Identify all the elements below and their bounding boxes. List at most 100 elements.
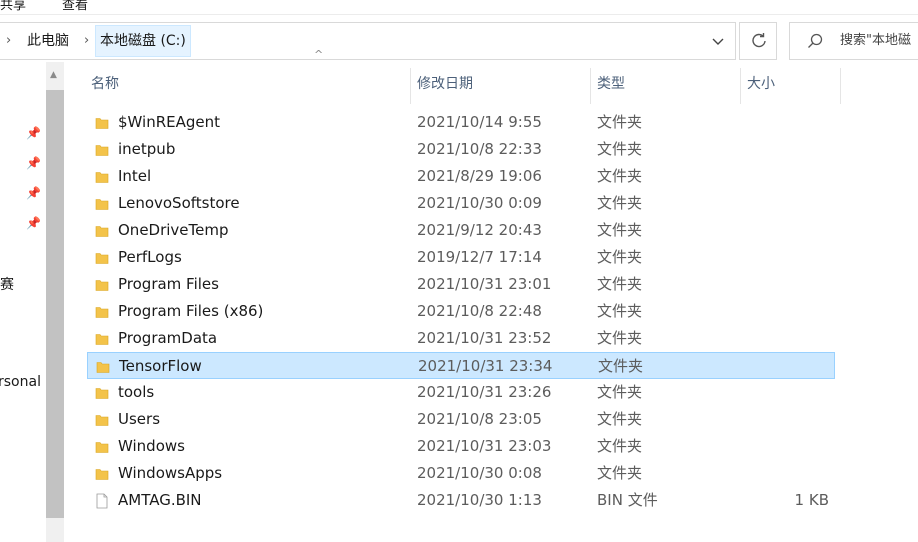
folder-icon (95, 223, 109, 237)
nav-scrollbar[interactable]: ▲ (46, 62, 64, 542)
file-type: 文件夹 (597, 113, 643, 131)
refresh-button[interactable] (739, 22, 777, 60)
pin-icon[interactable]: 📌 (26, 126, 41, 140)
breadcrumb-chevron-icon[interactable]: › (6, 23, 11, 59)
table-row[interactable]: WindowsApps 2021/10/30 0:08 文件夹 (87, 460, 835, 487)
table-row[interactable]: Program Files (x86) 2021/10/8 22:48 文件夹 (87, 298, 835, 325)
file-type: 文件夹 (597, 248, 643, 266)
file-name: $WinREAgent (118, 113, 221, 131)
file-name: AMTAG.BIN (118, 491, 202, 509)
table-row[interactable]: $WinREAgent 2021/10/14 9:55 文件夹 (87, 109, 835, 136)
file-date: 2021/10/8 22:48 (417, 302, 542, 320)
file-name: LenovoSoftstore (118, 194, 240, 212)
file-date: 2021/9/12 20:43 (417, 221, 542, 239)
file-type: 文件夹 (597, 383, 643, 401)
file-icon (95, 493, 109, 509)
file-name: Users (118, 410, 161, 428)
file-name: PerfLogs (118, 248, 182, 266)
file-name: Windows (118, 437, 185, 455)
file-date: 2021/10/31 23:26 (417, 383, 552, 401)
table-row[interactable]: AMTAG.BIN 2021/10/30 1:13 BIN 文件 1 KB (87, 487, 835, 514)
file-name: Intel (118, 167, 152, 185)
file-name: TensorFlow (119, 357, 202, 375)
folder-icon (95, 466, 109, 480)
ribbon-tab-share[interactable]: 共享 (0, 0, 26, 13)
table-row[interactable]: LenovoSoftstore 2021/10/30 0:09 文件夹 (87, 190, 835, 217)
file-date: 2021/10/31 23:01 (417, 275, 552, 293)
folder-icon (95, 250, 109, 264)
column-divider[interactable] (840, 68, 841, 104)
table-row[interactable]: PerfLogs 2019/12/7 17:14 文件夹 (87, 244, 835, 271)
file-date: 2021/10/31 23:03 (417, 437, 552, 455)
file-date: 2019/12/7 17:14 (417, 248, 542, 266)
pin-icon[interactable]: 📌 (26, 216, 41, 230)
address-dropdown-chevron-down-icon[interactable] (706, 31, 730, 53)
file-type: BIN 文件 (597, 491, 658, 509)
table-row[interactable]: Users 2021/10/8 23:05 文件夹 (87, 406, 835, 433)
table-row[interactable]: inetpub 2021/10/8 22:33 文件夹 (87, 136, 835, 163)
breadcrumb-local-disk[interactable]: 本地磁盘 (C:) (100, 23, 186, 59)
file-name: ProgramData (118, 329, 218, 347)
scrollbar-thumb[interactable] (46, 90, 64, 518)
file-date: 2021/10/8 23:05 (417, 410, 542, 428)
folder-icon (95, 142, 109, 156)
nav-item[interactable]: rsonal (0, 374, 41, 390)
file-name: OneDriveTemp (118, 221, 229, 239)
folder-icon (95, 385, 109, 399)
breadcrumb-chevron-icon[interactable]: › (84, 23, 89, 59)
file-type: 文件夹 (597, 194, 643, 212)
nav-item[interactable]: 赛 (0, 274, 14, 294)
file-name: tools (118, 383, 155, 401)
navigation-pane: 📌 📌 📌 📌 赛 rsonal (0, 62, 46, 542)
column-name[interactable]: 名称 (91, 62, 119, 106)
folder-icon (95, 115, 109, 129)
table-row[interactable]: OneDriveTemp 2021/9/12 20:43 文件夹 (87, 217, 835, 244)
file-date: 2021/8/29 19:06 (417, 167, 542, 185)
folder-icon (95, 412, 109, 426)
table-row[interactable]: TensorFlow 2021/10/31 23:34 文件夹 (87, 352, 835, 379)
table-row[interactable]: tools 2021/10/31 23:26 文件夹 (87, 379, 835, 406)
scroll-up-arrow-icon[interactable]: ▲ (50, 70, 57, 80)
column-size[interactable]: 大小 (747, 62, 775, 106)
folder-icon (95, 331, 109, 345)
column-divider[interactable] (410, 68, 411, 104)
file-date: 2021/10/31 23:52 (417, 329, 552, 347)
search-box[interactable]: 搜索"本地磁 (789, 22, 918, 60)
table-row[interactable]: Intel 2021/8/29 19:06 文件夹 (87, 163, 835, 190)
search-input[interactable]: 搜索"本地磁 (840, 23, 911, 59)
folder-icon (95, 277, 109, 291)
file-date: 2021/10/30 0:09 (417, 194, 542, 212)
file-size: 1 KB (794, 491, 829, 509)
table-row[interactable]: ProgramData 2021/10/31 23:52 文件夹 (87, 325, 835, 352)
folder-icon (95, 196, 109, 210)
file-date: 2021/10/31 23:34 (418, 357, 553, 375)
file-name: inetpub (118, 140, 176, 158)
file-name: WindowsApps (118, 464, 223, 482)
pin-icon[interactable]: 📌 (26, 156, 41, 170)
file-name: Program Files (118, 275, 219, 293)
breadcrumb-this-pc[interactable]: 此电脑 (27, 23, 69, 59)
refresh-icon (749, 31, 769, 55)
table-row[interactable]: Program Files 2021/10/31 23:01 文件夹 (87, 271, 835, 298)
folder-icon (95, 439, 109, 453)
file-date: 2021/10/14 9:55 (417, 113, 542, 131)
column-type[interactable]: 类型 (597, 62, 625, 106)
file-date: 2021/10/30 0:08 (417, 464, 542, 482)
sort-ascending-icon: ^ (314, 48, 324, 61)
file-date: 2021/10/30 1:13 (417, 491, 542, 509)
table-row[interactable]: Windows 2021/10/31 23:03 文件夹 (87, 433, 835, 460)
file-type: 文件夹 (597, 140, 643, 158)
column-divider[interactable] (740, 68, 741, 104)
file-type: 文件夹 (597, 437, 643, 455)
file-type: 文件夹 (597, 464, 643, 482)
column-divider[interactable] (590, 68, 591, 104)
file-name: Program Files (x86) (118, 302, 264, 320)
pin-icon[interactable]: 📌 (26, 186, 41, 200)
file-date: 2021/10/8 22:33 (417, 140, 542, 158)
file-type: 文件夹 (597, 221, 643, 239)
file-type: 文件夹 (597, 410, 643, 428)
ribbon-tab-view[interactable]: 查看 (62, 0, 88, 13)
address-bar[interactable]: › 此电脑 › 本地磁盘 (C:) (0, 22, 736, 60)
folder-icon (96, 359, 110, 373)
column-date[interactable]: 修改日期 (417, 62, 473, 106)
